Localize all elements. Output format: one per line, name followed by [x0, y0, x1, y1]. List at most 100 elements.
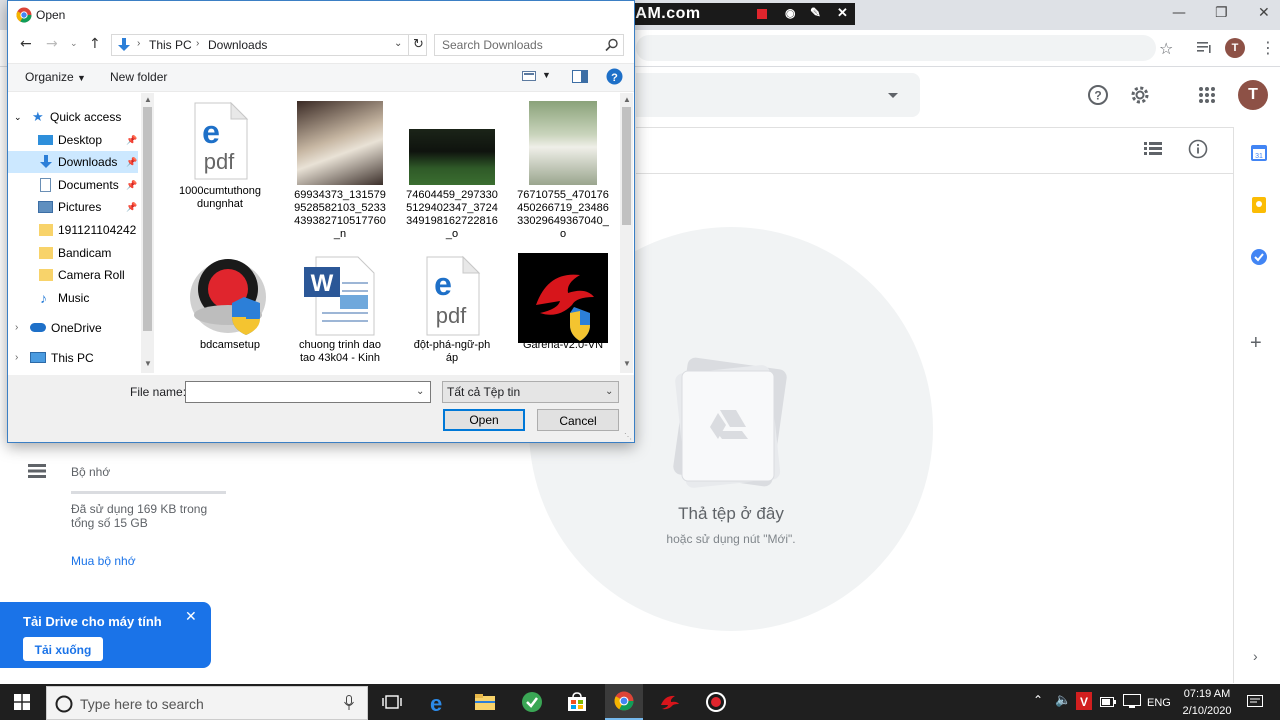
list-view-icon[interactable] — [1144, 141, 1162, 157]
windows-start-icon[interactable] — [14, 694, 30, 710]
network-icon[interactable] — [1123, 694, 1141, 708]
search-options-icon[interactable] — [886, 88, 900, 102]
file-item[interactable]: e pdf 1000cumtuthong dungnhat — [170, 101, 270, 211]
language-indicator[interactable]: ENG — [1147, 697, 1171, 709]
keep-icon[interactable] — [1250, 196, 1268, 214]
green-app-icon[interactable] — [521, 691, 543, 713]
storage-label[interactable]: Bộ nhớ — [71, 465, 110, 479]
resize-grip-icon[interactable]: ⋱ — [624, 432, 632, 441]
file-item[interactable]: Garena-v2.0-VN — [513, 253, 613, 352]
scroll-up-icon[interactable]: ▲ — [144, 95, 152, 104]
nav-camera-roll[interactable]: Camera Roll — [8, 264, 138, 286]
breadcrumb-downloads[interactable]: Downloads — [208, 38, 267, 52]
refresh-icon[interactable]: ↻ — [408, 35, 428, 55]
file-item[interactable]: W chuong trinh dao tao 43k04 - Kinh — [290, 253, 390, 365]
expand-chevron-icon[interactable]: ⌄ — [14, 106, 22, 128]
battery-icon[interactable] — [1100, 697, 1116, 707]
microphone-icon[interactable] — [344, 695, 354, 711]
organize-button[interactable]: Organize ▼ — [25, 70, 86, 84]
file-item[interactable]: 74604459_297330 5129402347_3724 34919816… — [402, 101, 502, 241]
breadcrumb-this-pc[interactable]: This PC — [149, 38, 192, 52]
back-arrow-icon[interactable]: ← — [20, 36, 32, 52]
file-type-select[interactable]: Tất cả Tệp tin ⌄ — [442, 381, 619, 403]
file-item[interactable]: bdcamsetup — [180, 253, 280, 352]
buy-storage-link[interactable]: Mua bộ nhớ — [71, 554, 136, 568]
restore-icon[interactable]: ❐ — [1215, 5, 1228, 21]
nav-scrollbar[interactable]: ▲ ▼ — [141, 93, 154, 373]
nav-downloads[interactable]: Downloads 📌 — [8, 151, 138, 173]
drive-search-box[interactable] — [636, 73, 920, 117]
toast-download-button[interactable]: Tải xuống — [23, 637, 103, 661]
expand-chevron-icon[interactable]: › — [15, 347, 18, 369]
bookmark-star-icon[interactable]: ☆ — [1159, 39, 1173, 58]
settings-gear-icon[interactable] — [1129, 84, 1151, 106]
store-icon[interactable] — [567, 692, 587, 712]
taskbar-search-box[interactable]: Type here to search — [46, 686, 368, 720]
tasks-icon[interactable] — [1250, 248, 1268, 266]
nav-bandicam[interactable]: Bandicam — [8, 242, 138, 264]
pen-icon[interactable]: ✎ — [810, 5, 821, 21]
account-avatar[interactable]: T — [1238, 80, 1268, 110]
nav-quick-access[interactable]: ⌄ ★ Quick access — [8, 106, 138, 128]
recent-locations-icon[interactable]: ⌄ — [70, 38, 78, 49]
up-arrow-icon[interactable]: ↑ — [89, 36, 101, 52]
view-options-icon[interactable] — [522, 70, 536, 82]
nav-music[interactable]: ♪ Music — [8, 287, 138, 309]
nav-scroll-thumb[interactable] — [143, 107, 152, 331]
file-name-dropdown-icon[interactable]: ⌄ — [416, 382, 424, 402]
apps-grid-icon[interactable] — [1198, 86, 1218, 106]
profile-avatar[interactable]: T — [1225, 38, 1245, 58]
address-breadcrumb[interactable]: › This PC › Downloads ⌄ ↻ — [111, 34, 427, 56]
scroll-down-icon[interactable]: ▼ — [144, 359, 152, 368]
expand-chevron-icon[interactable]: › — [15, 317, 18, 339]
more-menu-icon[interactable]: ⋮ — [1260, 38, 1276, 57]
bandicam-close-icon[interactable]: ✕ — [837, 5, 848, 21]
nav-pictures[interactable]: Pictures 📌 — [8, 196, 138, 218]
open-button[interactable]: Open — [443, 409, 525, 431]
nav-onedrive[interactable]: › OneDrive — [8, 317, 138, 339]
cancel-button[interactable]: Cancel — [537, 409, 619, 431]
file-explorer-icon[interactable] — [474, 693, 496, 711]
help-icon[interactable]: ? — [606, 68, 623, 85]
file-item[interactable]: e pdf đột-phá-ngữ-ph áp — [402, 253, 502, 365]
bandicam-record-icon[interactable] — [705, 691, 727, 713]
vivaldi-tray-icon[interactable]: V — [1076, 692, 1092, 710]
view-dropdown-icon[interactable]: ▼ — [542, 70, 551, 80]
forward-arrow-icon[interactable]: → — [46, 36, 58, 52]
add-addon-icon[interactable]: + — [1250, 332, 1262, 355]
help-icon[interactable]: ? — [1087, 84, 1109, 106]
close-window-icon[interactable]: ✕ — [1258, 5, 1270, 21]
nav-documents[interactable]: Documents 📌 — [8, 174, 138, 196]
file-item[interactable]: 76710755_470176 450266719_23486 33029649… — [513, 101, 613, 241]
tray-overflow-icon[interactable]: ⌃ — [1033, 693, 1043, 707]
garena-taskbar-icon[interactable] — [659, 693, 681, 711]
nav-this-pc[interactable]: › This PC — [8, 347, 138, 369]
toast-close-icon[interactable]: ✕ — [185, 608, 197, 625]
new-folder-button[interactable]: New folder — [110, 70, 167, 84]
file-name-input[interactable]: ⌄ — [185, 381, 431, 403]
scroll-up-icon[interactable]: ▲ — [623, 95, 631, 104]
address-dropdown-icon[interactable]: ⌄ — [394, 38, 402, 49]
address-bar[interactable] — [636, 35, 1156, 61]
file-scroll-thumb[interactable] — [622, 107, 631, 225]
dialog-search-input[interactable]: Search Downloads — [434, 34, 624, 56]
camera-icon[interactable]: ◉ — [785, 6, 795, 20]
preview-pane-icon[interactable] — [572, 70, 588, 83]
calendar-icon[interactable]: 31 — [1250, 144, 1268, 162]
clock-time[interactable]: 07:19 AM — [1177, 688, 1237, 700]
task-view-icon[interactable] — [382, 694, 402, 710]
file-item[interactable]: 69934373_131579 9528582103_5233 43938271… — [290, 101, 390, 241]
collapse-panel-icon[interactable]: › — [1253, 648, 1258, 664]
media-queue-icon[interactable] — [1196, 39, 1212, 55]
edge-browser-icon[interactable]: e — [430, 691, 442, 717]
file-scrollbar[interactable]: ▲ ▼ — [620, 93, 633, 373]
nav-desktop[interactable]: Desktop 📌 — [8, 129, 138, 151]
info-icon[interactable] — [1188, 139, 1208, 159]
file-type-dropdown-icon[interactable]: ⌄ — [605, 382, 613, 402]
clock-date[interactable]: 2/10/2020 — [1177, 705, 1237, 717]
volume-icon[interactable]: 🔈 — [1055, 693, 1071, 708]
record-stop-icon[interactable] — [757, 9, 767, 19]
chrome-taskbar-button[interactable] — [605, 684, 643, 720]
minimize-icon[interactable]: — — [1172, 5, 1186, 21]
nav-folder-191121104242[interactable]: 191121104242 — [8, 219, 138, 241]
